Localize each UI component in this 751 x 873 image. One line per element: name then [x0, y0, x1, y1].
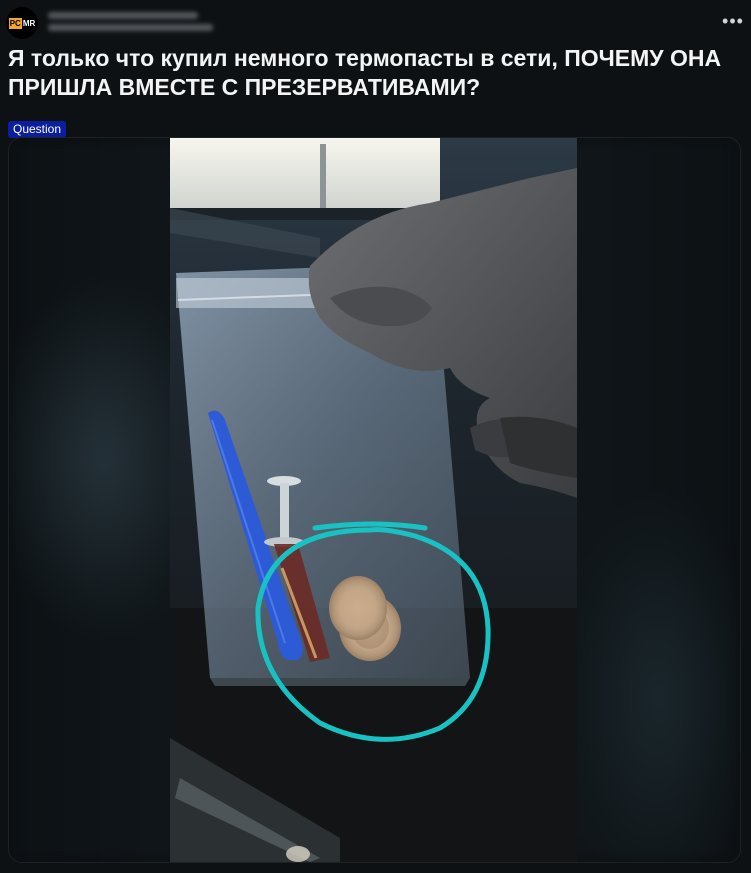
post-header: PC MR ••• [6, 6, 746, 40]
avatar-label-mr: MR [22, 18, 36, 28]
more-options-icon[interactable]: ••• [720, 8, 746, 34]
post-title[interactable]: Я только что купил немного термопасты в … [8, 44, 738, 102]
subreddit-avatar[interactable]: PC MR [6, 7, 38, 39]
avatar-label-pc: PC [8, 17, 22, 29]
photo [170, 138, 577, 862]
flair-badge[interactable]: Question [8, 121, 67, 138]
post-media[interactable] [8, 137, 741, 863]
blurred-post-meta [48, 12, 218, 36]
